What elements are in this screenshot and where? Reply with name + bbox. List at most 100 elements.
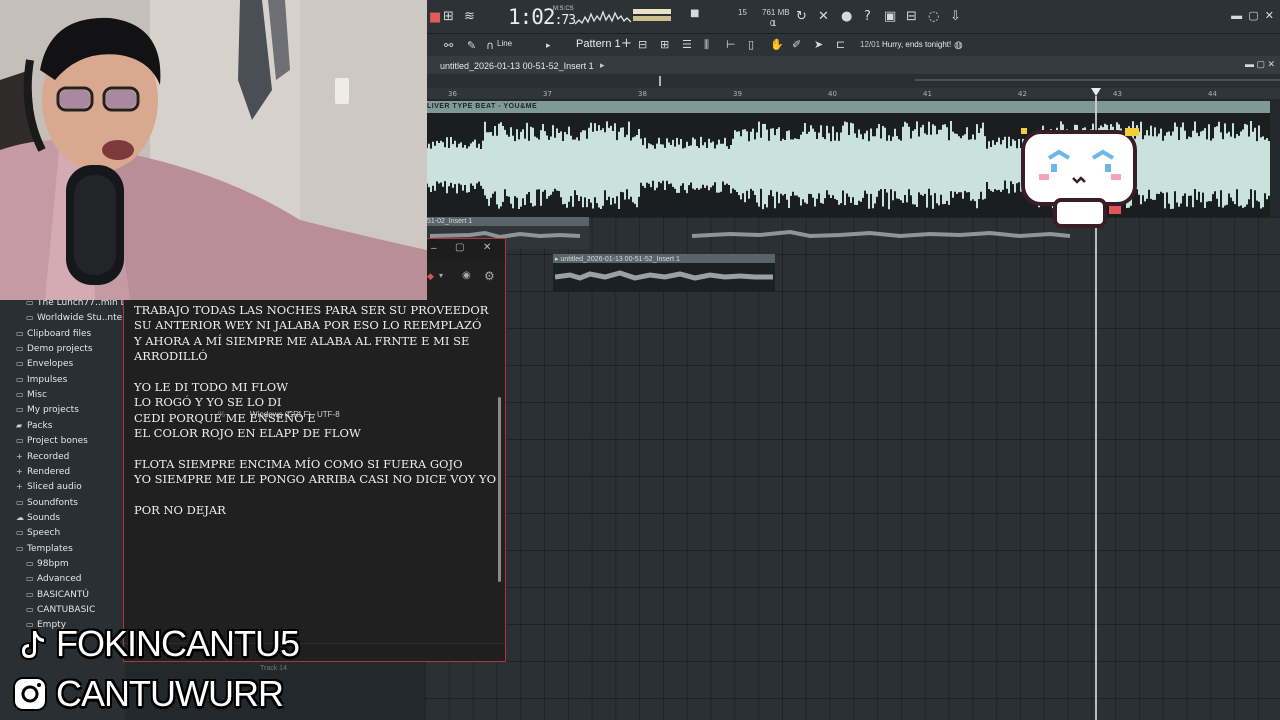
notepad-text-area[interactable]: TRABAJO TODAS LAS NOCHES PARA SER SU PRO… bbox=[134, 303, 496, 519]
browser-item[interactable]: ▰ Packs bbox=[16, 421, 52, 431]
browser-item[interactable]: ☁ Sounds bbox=[16, 513, 60, 523]
mixer-button-icon[interactable]: ⫼ bbox=[704, 37, 709, 53]
status-encoding[interactable]: UTF-8 bbox=[317, 410, 340, 419]
record-icon[interactable]: ■ bbox=[429, 10, 441, 26]
browser-item-label: CANTUBASIC bbox=[37, 605, 96, 615]
snap-mode-select[interactable]: Line bbox=[497, 39, 512, 48]
playlist-grid[interactable] bbox=[425, 217, 1280, 720]
arrow-right-icon[interactable]: ▸ bbox=[546, 38, 551, 54]
browser-item[interactable]: ▭ Impulses bbox=[16, 375, 67, 385]
magnet-icon[interactable]: ✎ bbox=[467, 38, 476, 54]
snap-icon[interactable]: ∩ bbox=[486, 38, 494, 54]
folder-icon: ▭ bbox=[16, 359, 24, 369]
browser-item-label: Soundfonts bbox=[27, 497, 78, 508]
browser-item[interactable]: ▭ Demo projects bbox=[16, 344, 93, 354]
minimize-icon[interactable]: – bbox=[431, 243, 437, 254]
copilot-icon[interactable]: ◆ bbox=[427, 271, 434, 282]
microphone-icon[interactable]: ● bbox=[841, 9, 852, 25]
audio-clip-label: ▸ untitled_2026-01-13 00-51-52_Insert 1 bbox=[555, 256, 680, 263]
browser-item[interactable]: ▭ Soundfonts bbox=[16, 498, 78, 508]
browser-item-label: 98bpm bbox=[37, 558, 69, 569]
refresh-icon[interactable]: ↻ bbox=[796, 9, 807, 25]
instagram-username: CANTUWURR bbox=[56, 673, 284, 714]
account-icon[interactable]: ◉ bbox=[462, 270, 471, 281]
maximize-icon[interactable]: ▢ bbox=[455, 242, 464, 253]
globe-icon[interactable]: ◍ bbox=[954, 38, 963, 54]
folder-icon: ▭ bbox=[26, 313, 34, 323]
browser-item[interactable]: ▭ Clipboard files bbox=[16, 329, 91, 339]
tiktok-icon bbox=[19, 629, 46, 661]
bar-number: 36 bbox=[448, 90, 457, 98]
fish-icon[interactable]: ➤ bbox=[814, 37, 823, 53]
hint-date: 12/01 bbox=[860, 40, 881, 49]
audio-clip-header[interactable] bbox=[425, 101, 1270, 113]
notepad-scrollbar[interactable] bbox=[498, 397, 501, 582]
main-volume-meter[interactable] bbox=[633, 9, 671, 14]
text-line: Y AHORA A MÍ SIEMPRE ME ALABA AL FRNTE E… bbox=[134, 333, 470, 348]
chevron-down-icon[interactable]: ▾ bbox=[439, 271, 443, 280]
metronome-icon[interactable]: ■ bbox=[690, 6, 699, 22]
playhead-marker[interactable] bbox=[1091, 88, 1101, 96]
cloud-icon: ☁ bbox=[16, 512, 24, 522]
hint-text[interactable]: Hurry, ends tonight! bbox=[882, 40, 951, 49]
scroll-thumb[interactable] bbox=[659, 76, 661, 86]
timeline-ruler[interactable] bbox=[425, 88, 1280, 100]
browser-item-label: Project bones bbox=[27, 436, 88, 447]
tempo-icon[interactable]: ≋ bbox=[464, 9, 475, 25]
browser-item[interactable]: + Sliced audio bbox=[16, 482, 82, 492]
status-line-endings[interactable]: Windows (CRLF) bbox=[250, 410, 311, 419]
browser-item-label: Templates bbox=[27, 543, 73, 554]
link-icon[interactable]: ⚯ bbox=[444, 38, 453, 54]
window-controls[interactable]: ▬ ▢ ✕ bbox=[1231, 9, 1274, 22]
bar-number: 41 bbox=[923, 90, 932, 98]
playlist-scrollbar[interactable] bbox=[425, 74, 1280, 88]
browser-item[interactable]: ▭ Speech bbox=[16, 528, 60, 538]
browser-item[interactable]: ▭ My projects bbox=[16, 405, 79, 415]
pattern-song-icon[interactable]: ⊞ bbox=[443, 9, 454, 25]
browser-item-label: Misc bbox=[27, 390, 47, 401]
browser-item[interactable]: ▭ Templates bbox=[16, 544, 73, 554]
brush-icon[interactable]: ✐ bbox=[792, 37, 801, 53]
folder-icon: ▭ bbox=[16, 497, 24, 507]
touch-icon[interactable]: ✋ bbox=[770, 37, 784, 53]
settings-gear-icon[interactable]: ⚙ bbox=[484, 269, 495, 283]
browser-item[interactable]: ▭ 98bpm bbox=[26, 559, 69, 569]
folder-icon: ▭ bbox=[26, 605, 34, 614]
plugin-icon[interactable]: ▯ bbox=[748, 37, 754, 53]
browser-item[interactable]: ▭ Envelopes bbox=[16, 359, 73, 369]
playlist-icon[interactable]: ⊟ bbox=[638, 37, 647, 53]
browser-item[interactable]: ▭ BASICANTÚ bbox=[26, 590, 89, 600]
browser-item[interactable]: + Recorded bbox=[16, 452, 69, 462]
piano-roll-icon[interactable]: ⊞ bbox=[660, 37, 669, 53]
channel-rack-icon[interactable]: ☰ bbox=[682, 37, 692, 53]
browser-item-label: Clipboard files bbox=[27, 328, 92, 339]
pattern-select[interactable]: Pattern 1 bbox=[576, 38, 621, 50]
playlist-title-arrow[interactable]: ▸ bbox=[600, 60, 605, 71]
folder-icon: ▭ bbox=[26, 589, 34, 599]
tools-icon[interactable]: ✕ bbox=[818, 9, 829, 25]
instagram-handle: CANTUWURR bbox=[10, 670, 284, 718]
browser-item-label: Demo projects bbox=[27, 344, 93, 355]
close-icon[interactable]: ✕ bbox=[483, 242, 491, 253]
browser-item[interactable]: ▭ CANTUBASIC bbox=[26, 605, 95, 615]
playlist-window-controls[interactable]: ▬ ▢ ✕ bbox=[1245, 59, 1275, 70]
save-icon[interactable]: ▣ bbox=[884, 9, 896, 25]
browser-item-label: Rendered bbox=[27, 466, 71, 477]
mixer-icon[interactable]: ⊟ bbox=[906, 9, 917, 25]
browser-item[interactable]: ▭ Misc bbox=[16, 390, 47, 400]
pixel-mascot-overlay bbox=[1021, 128, 1139, 228]
add-pattern-icon[interactable]: + bbox=[621, 36, 632, 52]
download-icon[interactable]: ⇩ bbox=[950, 9, 961, 25]
memory-value: 761 MB bbox=[762, 8, 790, 17]
browser-item[interactable]: + Rendered bbox=[16, 467, 70, 477]
help-icon[interactable]: ? bbox=[864, 9, 871, 25]
cart-icon[interactable]: ⊏ bbox=[836, 37, 845, 53]
text-line bbox=[134, 365, 494, 380]
status-zoom[interactable]: % bbox=[218, 410, 225, 419]
bar-number: 42 bbox=[1018, 90, 1027, 98]
chat-icon[interactable]: ◌ bbox=[928, 9, 939, 25]
browser-item[interactable]: ▭ Advanced bbox=[26, 574, 81, 584]
browser-item[interactable]: ▭ Project bones bbox=[16, 436, 88, 446]
browser-icon[interactable]: ⊢ bbox=[726, 37, 736, 53]
main-pitch-meter[interactable] bbox=[633, 16, 671, 21]
